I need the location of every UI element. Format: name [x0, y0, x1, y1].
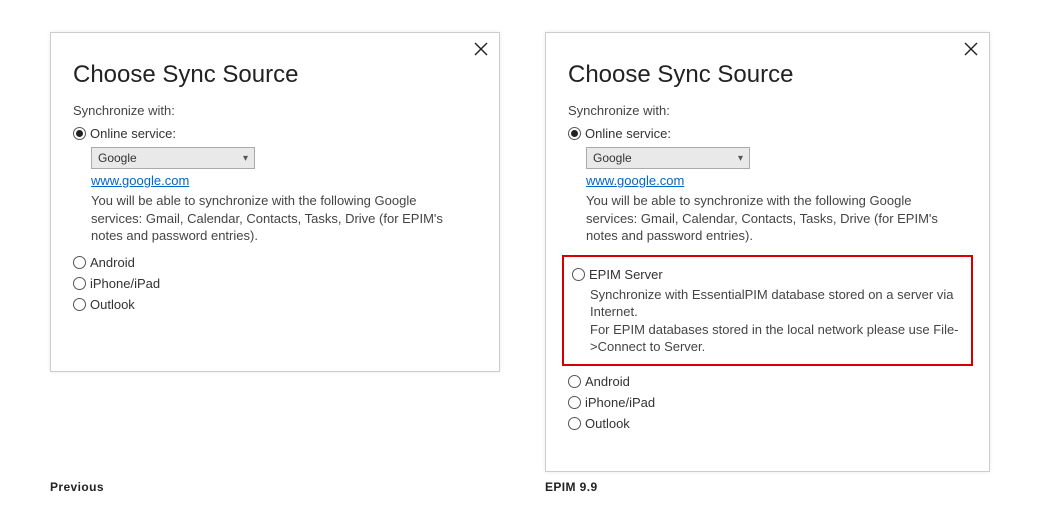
radio-label: Outlook: [90, 297, 135, 312]
dialog-epim-9-9: Choose Sync Source Synchronize with: Onl…: [545, 32, 990, 472]
select-value: Google: [593, 151, 632, 165]
service-select[interactable]: Google ▾: [586, 147, 750, 169]
dialog-title: Choose Sync Source: [568, 61, 967, 89]
close-icon[interactable]: [473, 41, 489, 57]
dialog-previous: Choose Sync Source Synchronize with: Onl…: [50, 32, 500, 372]
radio-iphone-ipad[interactable]: iPhone/iPad: [568, 395, 967, 410]
caption-epim-9-9: EPIM 9.9: [545, 480, 598, 494]
radio-icon: [568, 396, 581, 409]
radio-icon: [73, 298, 86, 311]
chevron-down-icon: ▾: [738, 153, 743, 164]
radio-label: Online service:: [90, 126, 176, 141]
radio-icon: [568, 127, 581, 140]
radio-label: iPhone/iPad: [585, 395, 655, 410]
radio-outlook[interactable]: Outlook: [568, 416, 967, 431]
radio-label: EPIM Server: [589, 267, 663, 282]
radio-epim-server[interactable]: EPIM Server: [572, 267, 963, 282]
radio-icon: [568, 417, 581, 430]
radio-online-service[interactable]: Online service:: [73, 126, 477, 141]
radio-icon: [568, 375, 581, 388]
radio-iphone-ipad[interactable]: iPhone/iPad: [73, 276, 477, 291]
radio-android[interactable]: Android: [568, 374, 967, 389]
radio-icon: [73, 256, 86, 269]
radio-icon: [572, 268, 585, 281]
service-select[interactable]: Google ▾: [91, 147, 255, 169]
service-description: You will be able to synchronize with the…: [586, 192, 966, 245]
close-icon[interactable]: [963, 41, 979, 57]
radio-label: iPhone/iPad: [90, 276, 160, 291]
service-description: You will be able to synchronize with the…: [91, 192, 471, 245]
sync-with-label: Synchronize with:: [73, 103, 477, 118]
epim-server-highlight: EPIM Server Synchronize with EssentialPI…: [562, 255, 973, 366]
radio-online-service[interactable]: Online service:: [568, 126, 967, 141]
radio-outlook[interactable]: Outlook: [73, 297, 477, 312]
radio-icon: [73, 277, 86, 290]
epim-server-description-2: For EPIM databases stored in the local n…: [590, 321, 963, 356]
radio-label: Android: [585, 374, 630, 389]
service-link[interactable]: www.google.com: [91, 173, 189, 188]
service-link[interactable]: www.google.com: [586, 173, 684, 188]
caption-previous: Previous: [50, 480, 104, 494]
epim-server-description-1: Synchronize with EssentialPIM database s…: [590, 286, 963, 321]
radio-icon: [73, 127, 86, 140]
sync-with-label: Synchronize with:: [568, 103, 967, 118]
radio-label: Android: [90, 255, 135, 270]
chevron-down-icon: ▾: [243, 153, 248, 164]
select-value: Google: [98, 151, 137, 165]
dialog-title: Choose Sync Source: [73, 61, 477, 89]
radio-label: Outlook: [585, 416, 630, 431]
radio-android[interactable]: Android: [73, 255, 477, 270]
radio-label: Online service:: [585, 126, 671, 141]
